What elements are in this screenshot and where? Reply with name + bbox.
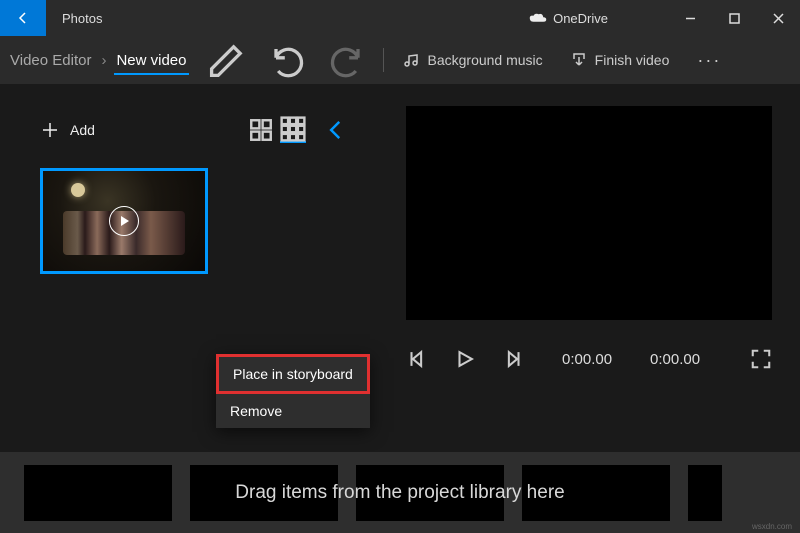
time-current: 0:00.00 [562,351,612,368]
play-icon [454,348,476,370]
player-controls: 0:00.00 0:00.00 [406,348,772,370]
bg-music-label: Background music [428,52,543,68]
prev-frame-button[interactable] [406,348,428,370]
maximize-icon [729,13,740,24]
storyboard-slot[interactable] [356,465,504,521]
fullscreen-button[interactable] [750,348,772,370]
pencil-icon [205,38,249,82]
grid-3x3-icon [280,116,306,142]
breadcrumb: Video Editor › New video [8,46,189,75]
play-icon [109,206,139,236]
breadcrumb-current[interactable]: New video [114,46,188,75]
maximize-button[interactable] [712,0,756,36]
storyboard-slot[interactable] [190,465,338,521]
menu-item-remove[interactable]: Remove [216,394,370,428]
finish-label: Finish video [595,52,670,68]
minimize-button[interactable] [668,0,712,36]
next-frame-button[interactable] [502,348,524,370]
watermark: wsxdn.com [752,522,792,531]
play-button[interactable] [454,348,476,370]
redo-button [325,38,369,82]
cloud-icon [529,12,547,24]
storyboard-slot[interactable] [24,465,172,521]
storyboard-slot[interactable] [688,465,722,521]
time-total: 0:00.00 [650,351,700,368]
chevron-right-icon: › [93,52,114,69]
divider [383,48,384,72]
finish-video-button[interactable]: Finish video [557,38,684,82]
step-forward-icon [502,348,524,370]
storyboard-strip[interactable]: Drag items from the project library here [0,452,800,533]
add-label: Add [70,122,95,138]
collapse-panel-button[interactable] [323,117,349,143]
title-bar: Photos OneDrive [0,0,800,36]
chevron-left-icon [323,117,349,143]
onedrive-indicator[interactable]: OneDrive [529,11,608,26]
add-button[interactable]: Add [40,120,95,140]
undo-icon [265,38,309,82]
undo-button[interactable] [265,38,309,82]
preview-panel: 0:00.00 0:00.00 [370,84,800,452]
plus-icon [40,120,60,140]
app-title: Photos [62,11,102,26]
background-music-button[interactable]: Background music [390,38,557,82]
more-button[interactable]: ··· [683,50,735,71]
close-icon [773,13,784,24]
music-icon [404,52,420,68]
fullscreen-icon [750,348,772,370]
menu-item-place-in-storyboard[interactable]: Place in storyboard [216,354,370,394]
library-view-controls [245,117,352,143]
view-small-button[interactable] [280,117,306,143]
step-back-icon [406,348,428,370]
project-library-panel: Add Place in storyboard Remove [0,84,370,452]
video-preview[interactable] [406,106,772,320]
close-button[interactable] [756,0,800,36]
arrow-left-icon [15,10,31,26]
view-large-button[interactable] [248,117,274,143]
onedrive-label: OneDrive [553,11,608,26]
context-menu: Place in storyboard Remove [216,354,370,428]
export-icon [571,52,587,68]
storyboard-slot[interactable] [522,465,670,521]
main-area: Add Place in storyboard Remove 0:00.00 0… [0,84,800,452]
grid-2x2-icon [248,117,274,143]
minimize-icon [685,13,696,24]
library-toolbar: Add [40,112,352,148]
redo-icon [325,38,369,82]
breadcrumb-root[interactable]: Video Editor [8,46,93,75]
back-button[interactable] [0,0,46,36]
toolbar: Video Editor › New video Background musi… [0,36,800,84]
library-thumbnail[interactable] [40,168,208,274]
edit-button[interactable] [205,38,249,82]
